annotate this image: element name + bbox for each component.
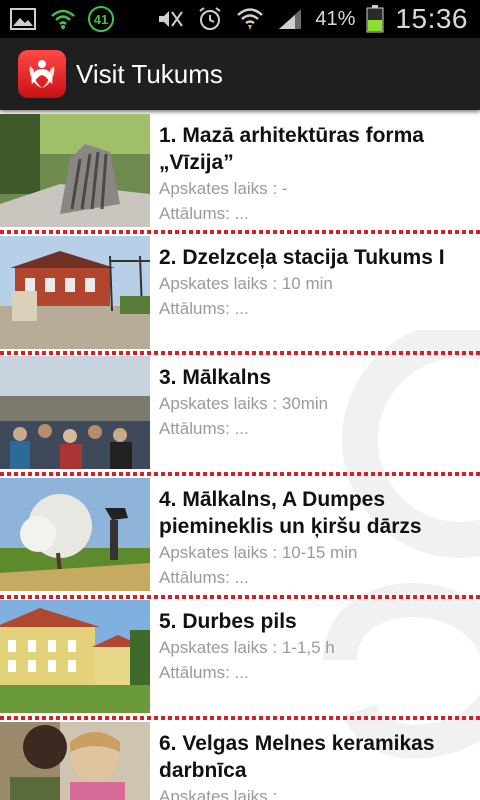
action-bar: Visit Tukums xyxy=(0,38,480,110)
battery-percent: 41% xyxy=(315,7,356,30)
sight-thumbnail xyxy=(0,114,150,227)
item-distance: Attālums: ... xyxy=(159,204,249,223)
dotted-divider xyxy=(0,230,480,234)
gallery-notification-icon xyxy=(8,4,38,34)
item-distance: Attālums: ... xyxy=(159,663,249,682)
sights-list[interactable]: 1. Mazā arhitektūras forma „Vīzija” Apsk… xyxy=(0,110,480,800)
notification-count-badge: 41 xyxy=(88,6,114,32)
item-visit-time: Apskates laiks : 30min xyxy=(159,394,329,413)
sight-thumbnail xyxy=(0,478,150,591)
item-title: 4. Mālkalns, A Dumpes piemineklis un ķir… xyxy=(159,488,422,538)
dotted-divider xyxy=(0,595,480,599)
clock: 15:36 xyxy=(395,3,468,34)
item-title: 1. Mazā arhitektūras forma „Vīzija” xyxy=(159,124,424,174)
list-item[interactable]: 3. Mālkalns Apskates laiks : 30min Attāl… xyxy=(0,356,480,469)
alarm-icon xyxy=(195,4,225,34)
list-item[interactable]: 5. Durbes pils Apskates laiks : 1-1,5 h … xyxy=(0,600,480,713)
item-visit-time: Apskates laiks : 10-15 min xyxy=(159,543,358,562)
item-distance: Attālums: ... xyxy=(159,299,249,318)
app-logo-icon[interactable] xyxy=(18,50,66,98)
list-item[interactable]: 6. Velgas Melnes keramikas darbnīca Apsk… xyxy=(0,722,480,800)
dotted-divider xyxy=(0,351,480,355)
item-visit-time: Apskates laiks : 1-1,5 h xyxy=(159,638,335,657)
item-visit-time: Apskates laiks : xyxy=(159,787,278,800)
list-item[interactable]: 1. Mazā arhitektūras forma „Vīzija” Apsk… xyxy=(0,114,480,227)
item-title: 3. Mālkalns xyxy=(159,366,272,389)
item-title: 5. Durbes pils xyxy=(159,610,297,633)
list-item[interactable]: 2. Dzelzceļa stacija Tukums I Apskates l… xyxy=(0,236,480,349)
dotted-divider xyxy=(0,716,480,720)
wifi-signal-icon xyxy=(235,4,265,34)
app-title: Visit Tukums xyxy=(76,58,223,89)
item-visit-time: Apskates laiks : 10 min xyxy=(159,274,333,293)
item-distance: Attālums: ... xyxy=(159,568,249,587)
battery-icon xyxy=(365,4,385,34)
item-title: 2. Dzelzceļa stacija Tukums I xyxy=(159,246,445,269)
dotted-divider xyxy=(0,472,480,476)
sight-thumbnail xyxy=(0,236,150,349)
cell-signal-icon xyxy=(275,4,305,34)
item-visit-time: Apskates laiks : - xyxy=(159,179,288,198)
item-title: 6. Velgas Melnes keramikas darbnīca xyxy=(159,732,435,782)
sight-thumbnail xyxy=(0,600,150,713)
sight-thumbnail xyxy=(0,722,150,800)
list-item[interactable]: 4. Mālkalns, A Dumpes piemineklis un ķir… xyxy=(0,478,480,591)
sight-thumbnail xyxy=(0,356,150,469)
status-bar: 41 41% 15:36 xyxy=(0,0,480,38)
item-distance: Attālums: ... xyxy=(159,419,249,438)
mute-icon xyxy=(155,4,185,34)
wifi-notification-icon xyxy=(48,4,78,34)
